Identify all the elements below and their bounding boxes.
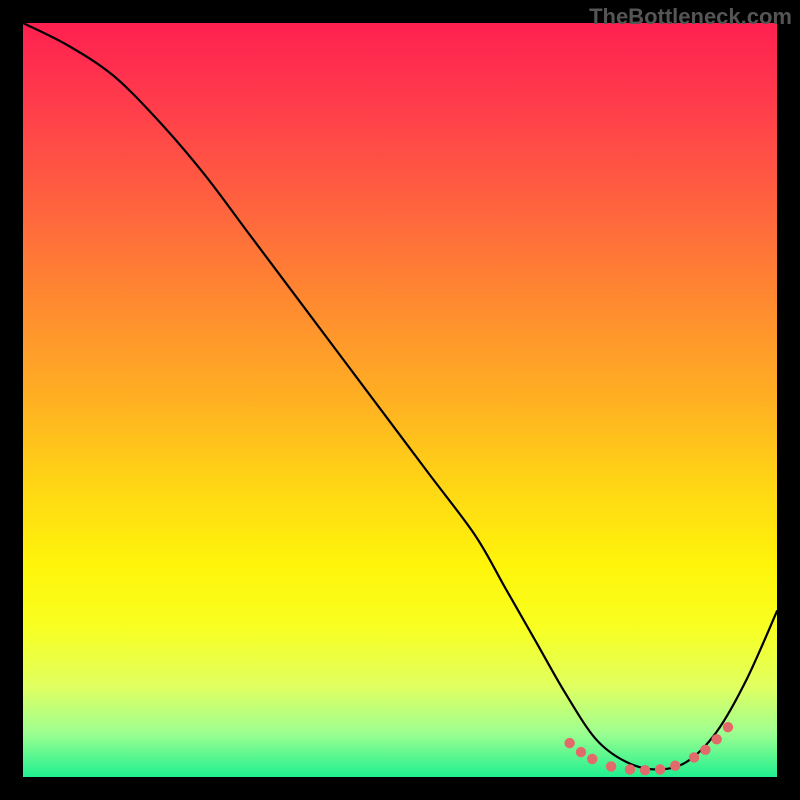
- chart-svg: [23, 23, 777, 777]
- chart-area: [23, 23, 777, 777]
- highlight-dot: [689, 752, 699, 762]
- main-curve-line: [23, 23, 777, 769]
- highlight-dot: [576, 747, 586, 757]
- highlight-dot: [700, 745, 710, 755]
- highlight-dot: [723, 722, 733, 732]
- watermark-text: TheBottleneck.com: [589, 4, 792, 30]
- highlight-dot: [625, 764, 635, 774]
- highlight-dot: [711, 734, 721, 744]
- highlight-dot: [640, 765, 650, 775]
- highlight-dot: [655, 764, 665, 774]
- highlight-dot: [606, 761, 616, 771]
- highlight-dot: [587, 754, 597, 764]
- highlight-dot: [564, 738, 574, 748]
- highlight-dot: [670, 760, 680, 770]
